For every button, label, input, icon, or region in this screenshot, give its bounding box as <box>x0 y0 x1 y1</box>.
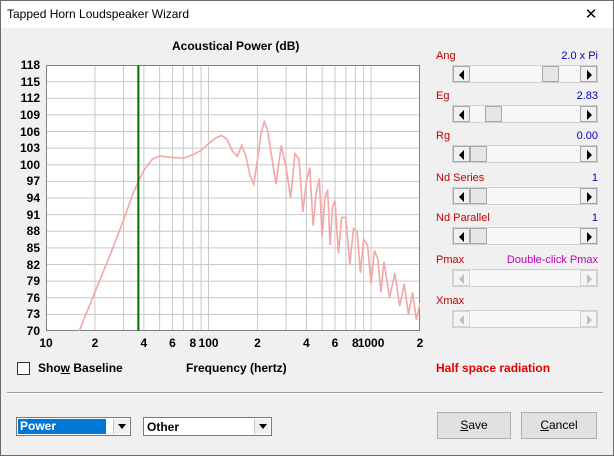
window-title: Tapped Horn Loudspeaker Wizard <box>7 7 190 21</box>
arrow-right-icon[interactable] <box>580 146 597 162</box>
arrow-right-icon[interactable] <box>580 228 597 244</box>
y-tick-label: 118 <box>20 58 40 72</box>
param-slider[interactable] <box>452 187 598 205</box>
triangle-right-icon <box>587 70 592 80</box>
x-tick-label: 6 <box>169 336 176 350</box>
x-tick-label: 1000 <box>357 336 385 350</box>
show-baseline-checkbox[interactable] <box>17 362 30 375</box>
arrow-right-icon <box>580 270 597 286</box>
power-dropdown-value: Power <box>17 418 107 435</box>
x-tick-label: 6 <box>331 336 339 350</box>
y-tick-label: 106 <box>19 124 40 139</box>
triangle-left-icon <box>459 192 464 202</box>
other-dropdown[interactable]: Other <box>143 417 272 436</box>
triangle-right-icon <box>587 110 592 120</box>
y-tick-label: 109 <box>19 107 40 122</box>
arrow-right-icon[interactable] <box>580 106 597 122</box>
arrow-left-icon <box>453 311 470 327</box>
param-slider[interactable] <box>452 145 598 163</box>
x-axis-label: Frequency (hertz) <box>186 361 287 375</box>
x-tick-label: 8 <box>189 336 197 350</box>
y-tick-label: 85 <box>26 240 40 255</box>
triangle-right-icon <box>587 274 592 284</box>
y-tick-label: 73 <box>26 307 40 322</box>
arrow-left-icon[interactable] <box>453 228 470 244</box>
close-icon[interactable]: ✕ <box>569 1 613 28</box>
y-tick-label: 100 <box>19 157 40 172</box>
title-bar: Tapped Horn Loudspeaker Wizard ✕ <box>1 1 613 28</box>
x-tick-label: 4 <box>303 336 310 350</box>
triangle-left-icon <box>459 274 464 284</box>
x-tick-label: 100 <box>198 336 219 350</box>
slider-thumb[interactable] <box>541 66 559 82</box>
triangle-right-icon <box>587 315 592 325</box>
y-tick-label: 91 <box>26 207 40 222</box>
arrow-left-icon[interactable] <box>453 106 470 122</box>
param-slider[interactable] <box>452 65 598 83</box>
arrow-left-icon[interactable] <box>453 66 470 82</box>
cancel-button[interactable]: Cancel <box>521 412 597 439</box>
slider-thumb[interactable] <box>470 228 487 244</box>
y-tick-label: 103 <box>19 141 40 156</box>
param-slider <box>452 310 598 328</box>
other-dropdown-value: Other <box>147 420 180 434</box>
separator <box>7 392 603 394</box>
radiation-mode-label: Half space radiation <box>436 361 551 375</box>
triangle-right-icon <box>587 192 592 202</box>
x-tick-label: 10 <box>39 336 53 350</box>
y-tick-label: 97 <box>26 174 40 189</box>
arrow-right-icon[interactable] <box>580 66 597 82</box>
param-value: 2.0 x Pi <box>561 50 598 62</box>
arrow-left-icon <box>453 270 470 286</box>
param-slider[interactable] <box>452 105 598 123</box>
slider-thumb[interactable] <box>470 188 487 204</box>
param-slider <box>452 269 598 287</box>
y-tick-label: 76 <box>26 290 40 305</box>
triangle-right-icon <box>587 232 592 242</box>
x-tick-label: 2 <box>416 336 424 350</box>
param-label: Nd Series <box>436 172 485 184</box>
y-tick-label: 88 <box>26 224 40 239</box>
param-label: Nd Parallel <box>436 212 490 224</box>
x-tick-label: 2 <box>254 336 261 350</box>
power-dropdown[interactable]: Power <box>16 417 131 436</box>
triangle-left-icon <box>459 150 464 160</box>
param-label: Rg <box>436 130 451 142</box>
param-label: Eg <box>436 90 450 102</box>
y-tick-label: 79 <box>26 274 40 289</box>
chart-title: Acoustical Power (dB) <box>172 39 300 53</box>
chevron-down-icon[interactable] <box>113 419 129 434</box>
x-tick-label: 4 <box>140 336 148 350</box>
chevron-down-icon[interactable] <box>254 419 270 434</box>
y-tick-label: 112 <box>20 91 40 106</box>
param-slider[interactable] <box>452 227 598 245</box>
x-tick-label: 2 <box>91 336 99 350</box>
triangle-left-icon <box>459 232 464 242</box>
param-value: 2.83 <box>576 90 598 102</box>
show-baseline-label[interactable]: Show Baseline <box>38 361 123 375</box>
triangle-right-icon <box>587 150 592 160</box>
arrow-right-icon <box>580 311 597 327</box>
param-label: Xmax <box>436 295 465 307</box>
arrow-left-icon[interactable] <box>453 188 470 204</box>
triangle-left-icon <box>459 70 464 80</box>
y-tick-label: 70 <box>26 324 40 338</box>
triangle-left-icon <box>459 315 464 325</box>
param-label: Pmax <box>436 254 465 266</box>
param-value: 1 <box>591 212 598 224</box>
param-label: Ang <box>436 50 456 62</box>
power-chart <box>46 65 420 331</box>
triangle-left-icon <box>459 110 464 120</box>
arrow-right-icon[interactable] <box>580 188 597 204</box>
y-tick-label: 82 <box>26 257 40 272</box>
save-button[interactable]: Save <box>437 412 511 439</box>
y-tick-label: 94 <box>26 191 40 205</box>
slider-thumb[interactable] <box>484 106 502 122</box>
param-value: 0.00 <box>576 130 598 142</box>
param-value: Double-click Pmax <box>506 254 598 266</box>
arrow-left-icon[interactable] <box>453 146 470 162</box>
param-value: 1 <box>591 172 598 184</box>
y-tick-label: 115 <box>20 74 40 89</box>
slider-thumb[interactable] <box>470 146 487 162</box>
